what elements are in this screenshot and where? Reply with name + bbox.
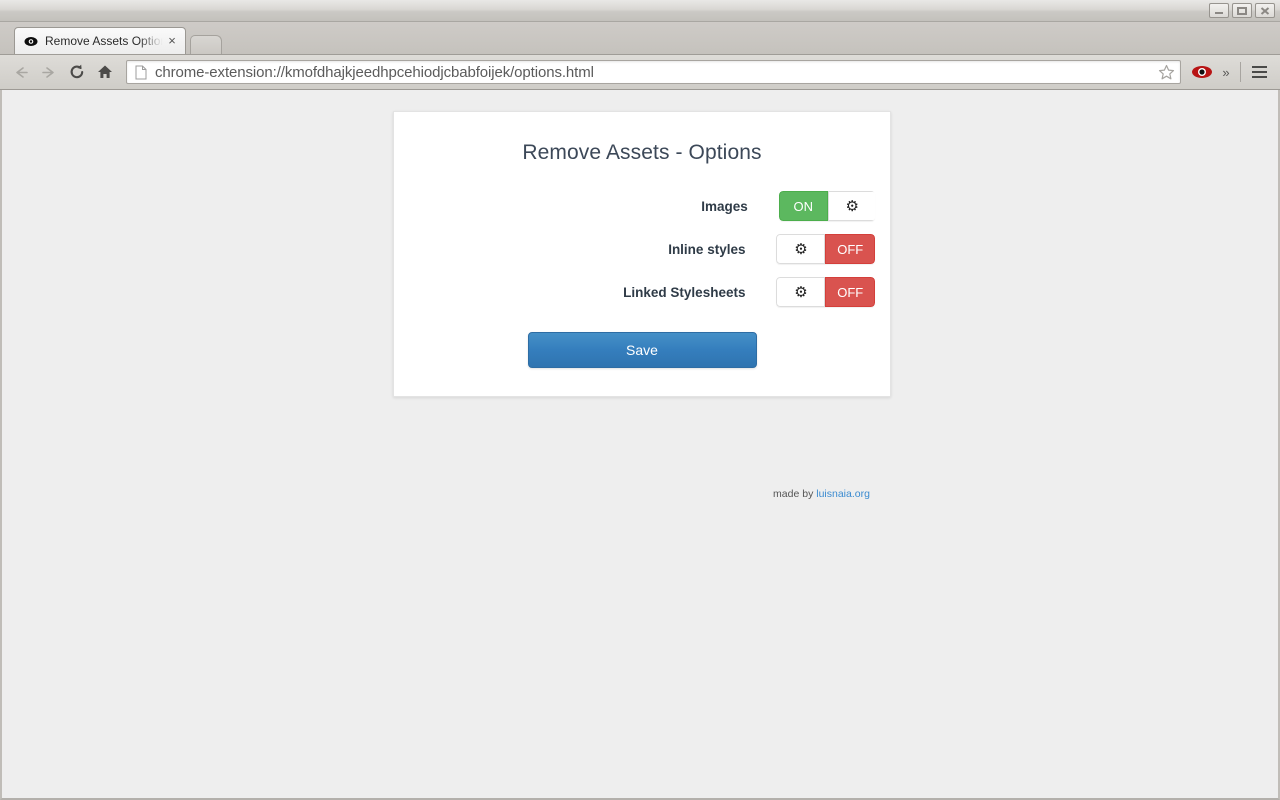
toggle-group-linked-stylesheets: ⚙ OFF [776, 277, 875, 307]
gear-icon: ⚙ [845, 197, 859, 215]
browser-tab[interactable]: Remove Assets Options × [14, 27, 186, 54]
options-card: Remove Assets - Options Images ON ⚙ Inli… [393, 111, 891, 397]
red-eye-icon[interactable] [1189, 59, 1215, 85]
gear-icon: ⚙ [794, 283, 808, 301]
minimize-button[interactable] [1209, 3, 1229, 18]
browser-toolbar: chrome-extension://kmofdhajkjeedhpcehiod… [0, 55, 1280, 90]
gear-icon: ⚙ [794, 240, 808, 258]
page-title: Remove Assets - Options [522, 141, 762, 164]
tab-close-icon[interactable]: × [165, 34, 179, 48]
forward-arrow-icon[interactable] [36, 59, 62, 85]
document-icon [133, 65, 149, 80]
tab-strip: Remove Assets Options × [0, 22, 1280, 55]
reload-icon[interactable] [64, 59, 90, 85]
inline-styles-settings-gear-icon[interactable]: ⚙ [776, 234, 826, 264]
inline-styles-off-button[interactable]: OFF [825, 234, 875, 264]
overflow-chevron-icon[interactable]: » [1217, 59, 1235, 85]
address-bar-url[interactable]: chrome-extension://kmofdhajkjeedhpcehiod… [155, 64, 1156, 81]
toggle-group-images: ON ⚙ [778, 191, 875, 221]
credit-prefix: made by [773, 488, 817, 500]
close-button[interactable] [1255, 3, 1275, 18]
tab-title: Remove Assets Options [45, 34, 165, 48]
toolbar-divider [1240, 62, 1241, 82]
toggle-group-inline-styles: ⚙ OFF [776, 234, 875, 264]
back-arrow-icon[interactable] [8, 59, 34, 85]
menu-bar-3 [1251, 76, 1267, 78]
hamburger-menu-icon[interactable] [1246, 59, 1272, 85]
images-on-button[interactable]: ON [778, 191, 828, 221]
menu-bar-1 [1251, 66, 1267, 68]
images-settings-gear-icon[interactable]: ⚙ [827, 191, 875, 221]
new-tab-button[interactable] [190, 35, 222, 54]
save-button-container: Save [409, 332, 875, 368]
address-bar[interactable]: chrome-extension://kmofdhajkjeedhpcehiod… [126, 60, 1181, 84]
option-row-images: Images ON ⚙ [409, 191, 875, 221]
linked-stylesheets-off-button[interactable]: OFF [825, 277, 875, 307]
home-icon[interactable] [92, 59, 118, 85]
option-label-inline-styles: Inline styles [668, 241, 746, 257]
window-controls [1209, 3, 1275, 18]
page-viewport: Remove Assets - Options Images ON ⚙ Inli… [0, 90, 1280, 800]
credit-link[interactable]: luisnaia.org [816, 488, 870, 500]
credit-line: made by luisnaia.org [2, 488, 1278, 500]
option-row-linked-stylesheets: Linked Stylesheets ⚙ OFF [409, 277, 875, 307]
menu-bar-2 [1251, 71, 1267, 73]
linked-stylesheets-settings-gear-icon[interactable]: ⚙ [776, 277, 826, 307]
option-row-inline-styles: Inline styles ⚙ OFF [409, 234, 875, 264]
option-label-linked-stylesheets: Linked Stylesheets [623, 284, 746, 300]
eye-icon [23, 33, 39, 49]
option-label-images: Images [701, 198, 748, 214]
browser-window: Remove Assets Options × chrome-extension… [0, 0, 1280, 800]
save-button[interactable]: Save [527, 332, 757, 368]
star-icon[interactable] [1156, 62, 1176, 82]
maximize-button[interactable] [1232, 3, 1252, 18]
window-titlebar [0, 0, 1280, 22]
